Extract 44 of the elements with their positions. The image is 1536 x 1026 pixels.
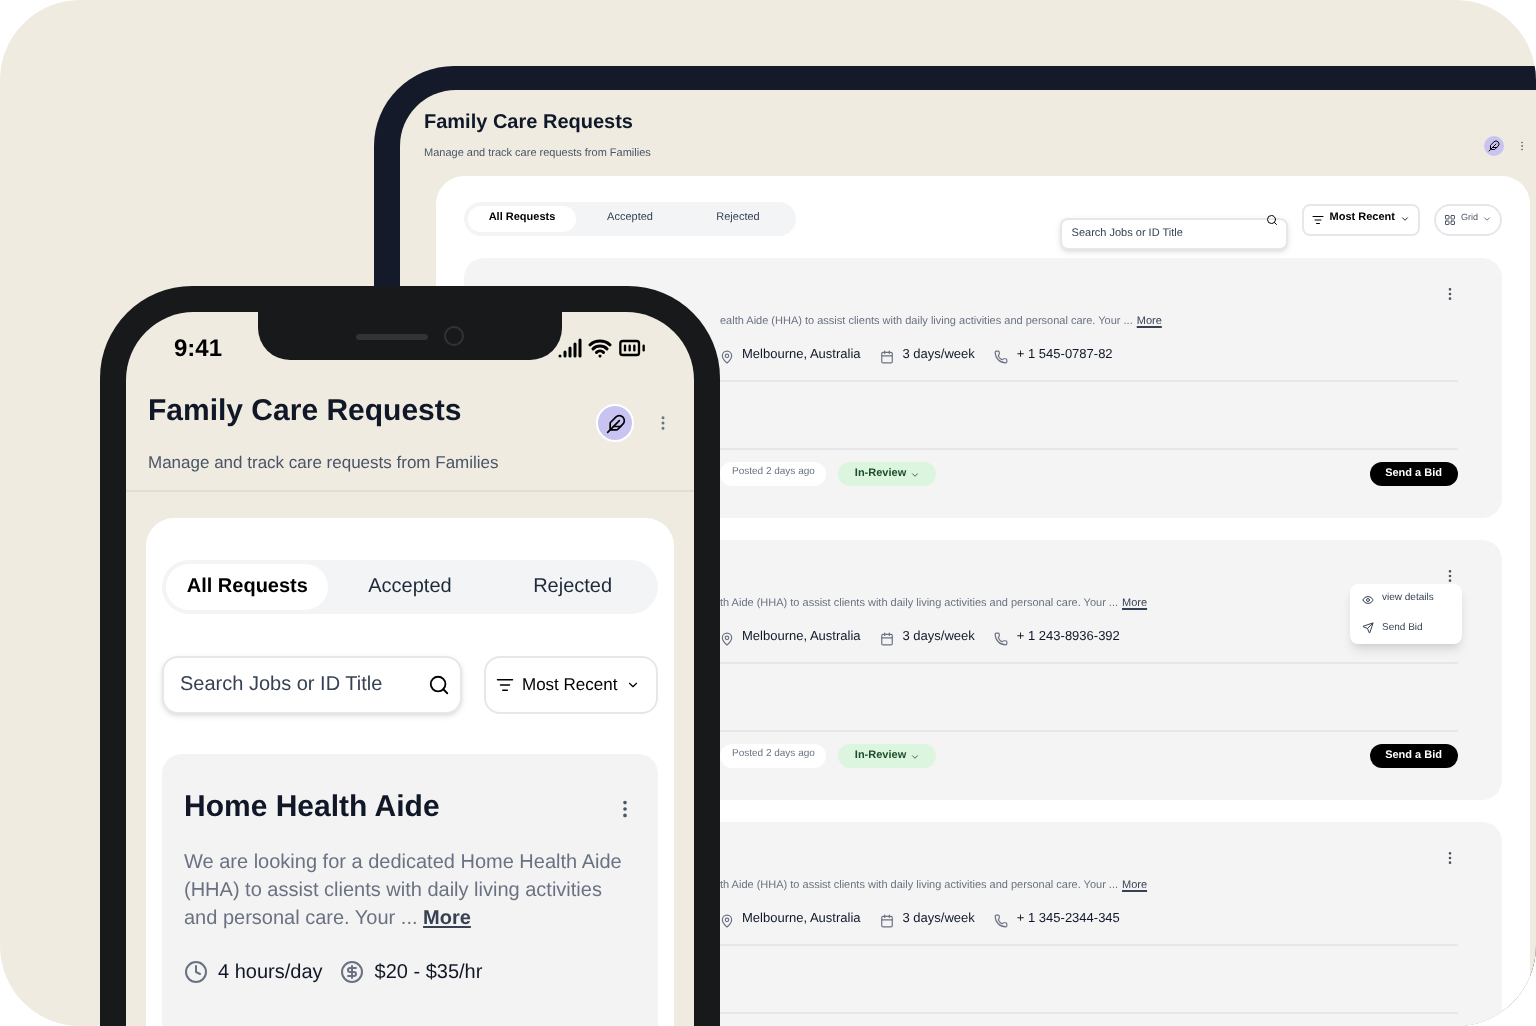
page-title: Family Care Requests: [148, 392, 464, 432]
search-icon[interactable]: [428, 674, 450, 697]
signal-icon: [558, 336, 582, 360]
phone-icon: [994, 349, 1009, 364]
calendar-icon: [880, 349, 895, 364]
more-link[interactable]: More: [423, 907, 471, 930]
avatar[interactable]: [1484, 136, 1504, 156]
filter-icon: [1311, 213, 1324, 225]
status-time: 9:41: [174, 332, 223, 366]
page-title: Family Care Requests: [424, 110, 635, 138]
map-pin-icon: [720, 631, 734, 646]
phone-icon: [994, 631, 1009, 646]
hours-text: 4 hours/day: [218, 959, 323, 988]
filter-tab[interactable]: Accepted: [328, 564, 492, 611]
filter-tab[interactable]: All Requests: [166, 564, 329, 611]
dollar-icon: [340, 960, 365, 985]
chevron-icon: [1482, 214, 1492, 224]
send-icon: [1362, 622, 1374, 635]
search-field[interactable]: Search Jobs or ID Title: [162, 656, 462, 715]
avatar[interactable]: [596, 404, 634, 442]
job-description: We are looking for a dedicated Home Health Aide (HHA) to assist clients with daily living activities and personal care. Your ... More: [184, 849, 624, 934]
calendar-icon: [880, 913, 895, 928]
chevron-icon: [910, 751, 921, 762]
map-pin-icon: [720, 913, 734, 928]
search-icon[interactable]: [1265, 213, 1278, 225]
clock-icon: [184, 960, 208, 985]
page-subtitle: Manage and track care requests from Families: [148, 449, 499, 475]
filter-tab[interactable]: Rejected: [491, 564, 654, 611]
chevron-icon: [1400, 214, 1411, 224]
chevron-icon: [910, 469, 921, 480]
eye-icon: [1362, 593, 1374, 606]
map-pin-icon: [720, 349, 734, 364]
job-title: Home Health Aide: [184, 788, 440, 829]
feather-icon: [1488, 140, 1500, 152]
chevron-icon: [625, 678, 640, 693]
wifi-icon: [588, 336, 612, 360]
phone-icon: [994, 913, 1009, 928]
calendar-icon: [880, 631, 895, 646]
rate-text: $20 - $35/hr: [374, 959, 483, 988]
grid-icon: [1444, 213, 1457, 225]
feather-icon: [605, 413, 625, 433]
sort-dropdown[interactable]: Most Recent: [484, 656, 658, 715]
filter-icon: [496, 676, 514, 695]
battery-icon: [618, 334, 646, 362]
